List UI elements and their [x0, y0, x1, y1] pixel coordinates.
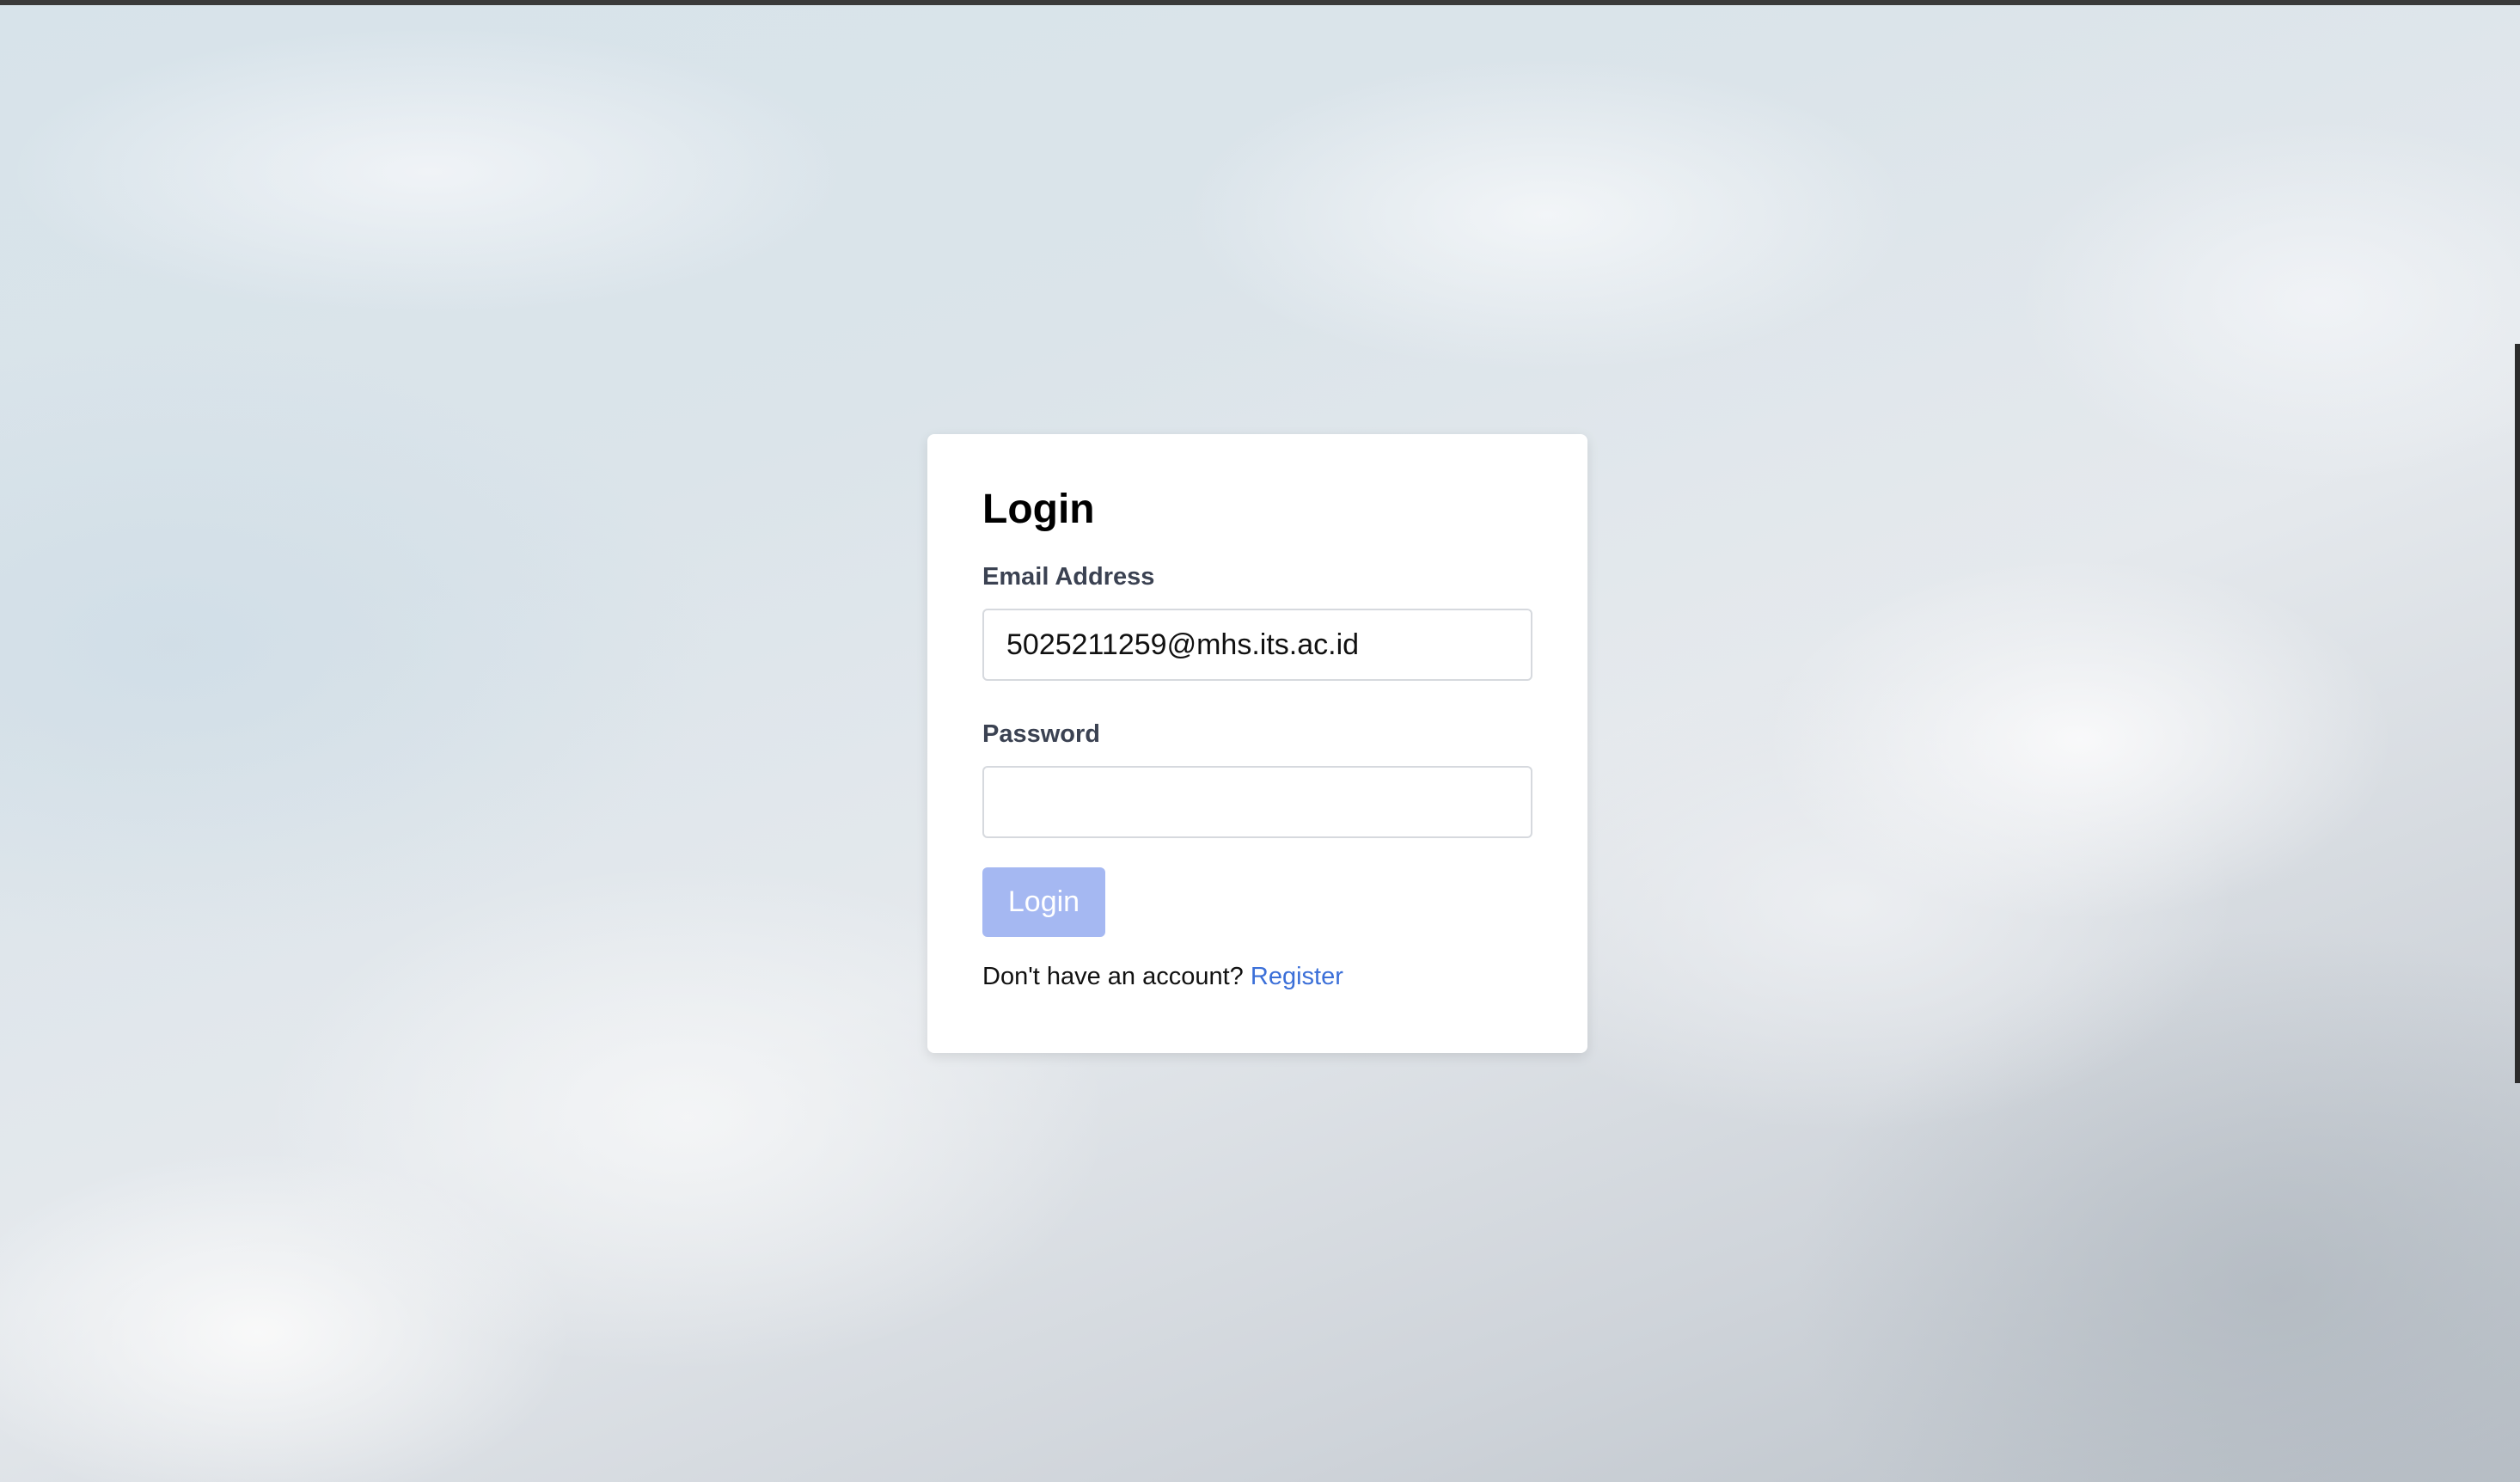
window-top-edge: [0, 0, 2520, 5]
register-prompt-text: Don't have an account?: [982, 963, 1244, 990]
window-right-edge: [2515, 344, 2520, 1083]
email-field[interactable]: [982, 609, 1532, 681]
login-card: Login Email Address Password Login Don't…: [927, 434, 1587, 1053]
login-title: Login: [982, 487, 1095, 532]
register-link[interactable]: Register: [1251, 963, 1343, 990]
password-label: Password: [982, 720, 1100, 748]
login-button[interactable]: Login: [982, 867, 1105, 937]
register-prompt: Don't have an account? Register: [982, 963, 1532, 991]
email-label: Email Address: [982, 563, 1155, 591]
password-field[interactable]: [982, 766, 1532, 838]
